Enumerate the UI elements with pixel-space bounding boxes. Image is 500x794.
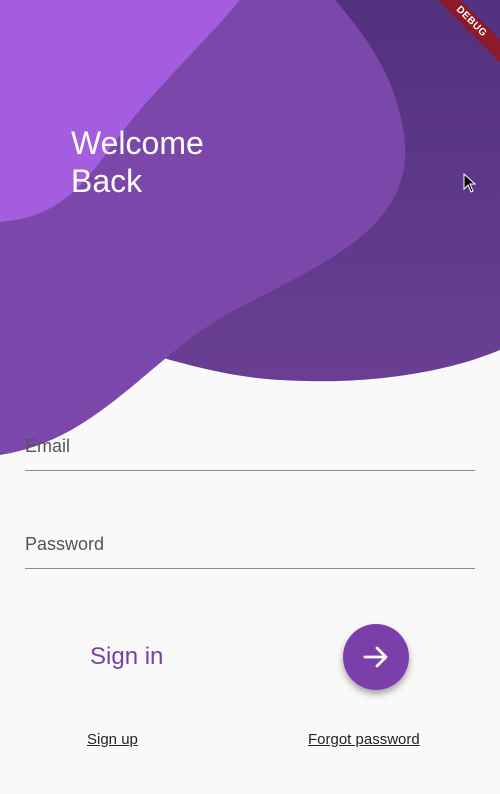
password-input[interactable] [25,518,475,568]
mouse-cursor-icon [463,173,477,193]
forgot-password-link[interactable]: Forgot password [308,731,420,748]
login-screen: Welcome Back Email Password Sign in Sign… [0,0,500,794]
page-title: Welcome Back [71,124,271,200]
email-input[interactable] [25,420,475,470]
sign-up-link[interactable]: Sign up [87,731,138,748]
password-field[interactable]: Password [25,518,475,569]
wave-background [0,0,500,455]
sign-in-button[interactable] [343,624,409,690]
title-line-back: Back [71,163,143,199]
email-field[interactable]: Email [25,420,475,471]
title-line-welcome: Welcome [71,125,204,161]
sign-in-label: Sign in [90,643,164,670]
arrow-right-icon [363,646,388,668]
